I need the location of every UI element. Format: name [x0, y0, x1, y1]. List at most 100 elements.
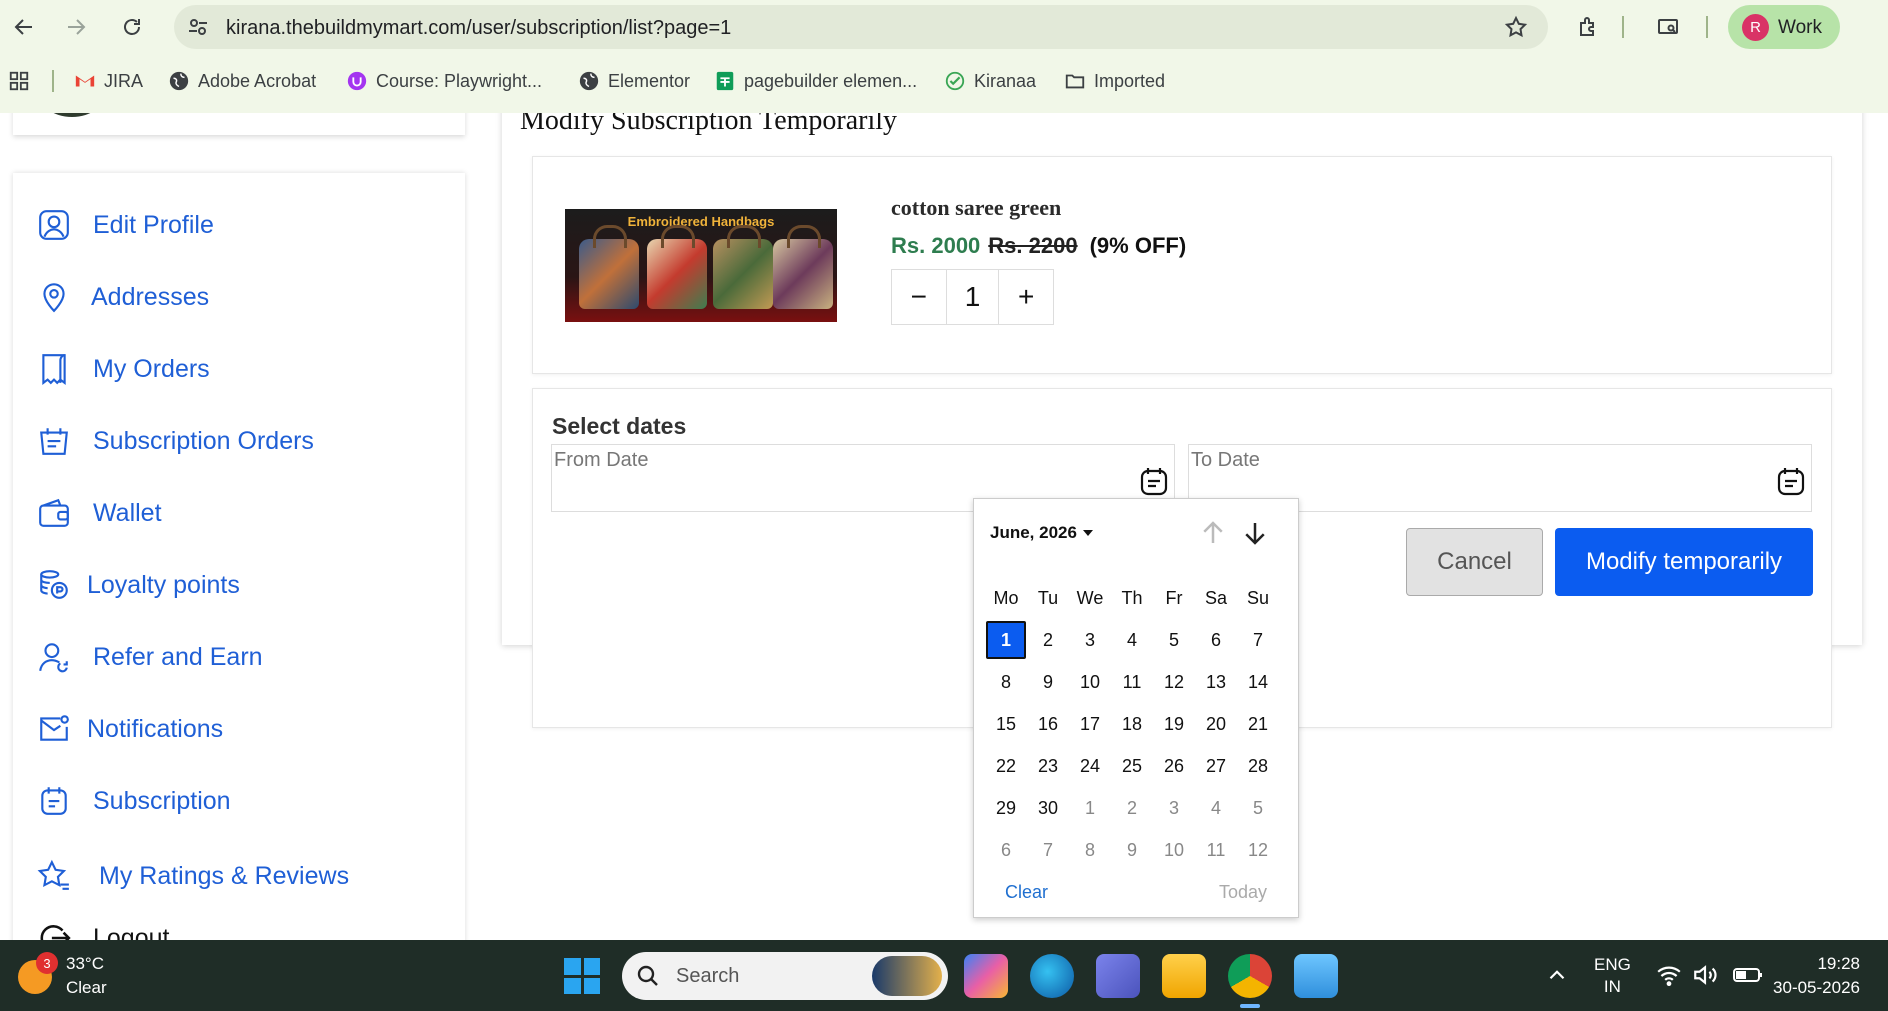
search-highlight-art: [872, 956, 942, 996]
quantity-value[interactable]: 1: [945, 270, 1000, 324]
datepicker-day[interactable]: 6: [985, 831, 1027, 869]
datepicker-day[interactable]: 17: [1069, 705, 1111, 743]
datepicker-day[interactable]: 15: [985, 705, 1027, 743]
sidebar-item-loyalty-points[interactable]: Loyalty points: [37, 568, 240, 602]
sidebar-item-edit-profile[interactable]: Edit Profile: [37, 208, 214, 242]
datepicker-day[interactable]: 4: [1111, 621, 1153, 659]
datepicker-day[interactable]: 7: [1237, 621, 1279, 659]
url-text[interactable]: kirana.thebuildmymart.com/user/subscript…: [226, 17, 731, 40]
datepicker-day[interactable]: 7: [1027, 831, 1069, 869]
datepicker-day[interactable]: 9: [1027, 663, 1069, 701]
bookmark-pagebuilder[interactable]: pagebuilder elemen...: [714, 70, 917, 92]
datepicker-day[interactable]: 8: [985, 663, 1027, 701]
datepicker-day[interactable]: 19: [1153, 705, 1195, 743]
quantity-decrease-button[interactable]: −: [892, 270, 946, 324]
bookmark-jira[interactable]: JIRA: [74, 70, 143, 92]
datepicker-day[interactable]: 30: [1027, 789, 1069, 827]
datepicker-day[interactable]: 5: [1153, 621, 1195, 659]
datepicker-day[interactable]: 5: [1237, 789, 1279, 827]
handbag-graphic: [773, 225, 833, 309]
datepicker-day[interactable]: 2: [1111, 789, 1153, 827]
chrome-app-icon[interactable]: [1228, 954, 1272, 1008]
datepicker-day[interactable]: 20: [1195, 705, 1237, 743]
datepicker-clear-button[interactable]: Clear: [1005, 882, 1048, 903]
forward-icon[interactable]: [60, 11, 92, 43]
datepicker-day[interactable]: 25: [1111, 747, 1153, 785]
profile-button[interactable]: R Work: [1728, 5, 1840, 49]
sidebar-item-wallet[interactable]: Wallet: [37, 496, 162, 530]
datepicker-day[interactable]: 3: [1153, 789, 1195, 827]
datepicker-day[interactable]: 2: [1027, 621, 1069, 659]
datepicker-day[interactable]: 18: [1111, 705, 1153, 743]
bookmark-adobe-acrobat[interactable]: Adobe Acrobat: [168, 70, 316, 92]
site-info-icon[interactable]: [186, 15, 210, 39]
bookmark-imported[interactable]: Imported: [1064, 70, 1165, 92]
calendar-icon[interactable]: [1138, 465, 1170, 497]
sidebar-item-refer-and-earn[interactable]: Refer and Earn: [37, 640, 263, 674]
wifi-icon[interactable]: [1656, 962, 1682, 988]
datepicker-day[interactable]: 6: [1195, 621, 1237, 659]
datepicker-day[interactable]: 27: [1195, 747, 1237, 785]
datepicker-day[interactable]: 21: [1237, 705, 1279, 743]
reload-icon[interactable]: [116, 11, 148, 43]
datepicker-day[interactable]: 12: [1153, 663, 1195, 701]
datepicker-day[interactable]: 14: [1237, 663, 1279, 701]
datepicker-day[interactable]: 10: [1069, 663, 1111, 701]
language-indicator[interactable]: ENG IN: [1594, 954, 1631, 998]
file-explorer-app-icon[interactable]: [1162, 954, 1206, 998]
volume-icon[interactable]: [1692, 962, 1718, 988]
datepicker-day[interactable]: 28: [1237, 747, 1279, 785]
bookmark-elementor[interactable]: Elementor: [578, 70, 690, 92]
sidebar-item-subscription[interactable]: Subscription: [37, 784, 231, 818]
datepicker-today-button[interactable]: Today: [1219, 882, 1267, 903]
datepicker-day[interactable]: 4: [1195, 789, 1237, 827]
datepicker-day[interactable]: 12: [1237, 831, 1279, 869]
datepicker-day[interactable]: 1: [1069, 789, 1111, 827]
datepicker-day[interactable]: 13: [1195, 663, 1237, 701]
datepicker-day[interactable]: 9: [1111, 831, 1153, 869]
back-icon[interactable]: [8, 11, 40, 43]
datepicker-month-select[interactable]: June, 2026: [990, 523, 1093, 543]
system-clock[interactable]: 19:28 30-05-2026: [1773, 952, 1860, 1000]
sidebar-item-logout[interactable]: Logout: [37, 921, 169, 940]
bookmark-star-icon[interactable]: [1504, 15, 1528, 39]
datepicker-day[interactable]: 3: [1069, 621, 1111, 659]
apps-grid-icon[interactable]: [8, 70, 30, 92]
sidebar-item-my-ratings-reviews[interactable]: My Ratings & Reviews: [37, 859, 349, 893]
chevron-up-icon[interactable]: [1544, 962, 1570, 988]
sidebar-item-notifications[interactable]: Notifications: [37, 712, 223, 746]
weather-widget[interactable]: 3 33°C Clear: [18, 952, 148, 1002]
datepicker-day[interactable]: 24: [1069, 747, 1111, 785]
notepad-app-icon[interactable]: [1294, 954, 1338, 998]
datepicker-day[interactable]: 26: [1153, 747, 1195, 785]
sidebar-item-addresses[interactable]: Addresses: [37, 280, 209, 314]
arrow-down-icon[interactable]: [1240, 518, 1270, 548]
datepicker-day[interactable]: 29: [985, 789, 1027, 827]
windows-start-icon[interactable]: [564, 958, 600, 994]
calendar-icon[interactable]: [1775, 465, 1807, 497]
datepicker-day[interactable]: 8: [1069, 831, 1111, 869]
datepicker-day[interactable]: 11: [1111, 663, 1153, 701]
edge-app-icon[interactable]: [1030, 954, 1074, 998]
teams-app-icon[interactable]: [1096, 954, 1140, 998]
sidebar-item-my-orders[interactable]: My Orders: [37, 352, 210, 386]
modify-temporarily-button[interactable]: Modify temporarily: [1555, 528, 1813, 596]
datepicker-day[interactable]: 23: [1027, 747, 1069, 785]
battery-icon[interactable]: [1732, 962, 1764, 988]
taskbar-search[interactable]: Search: [622, 952, 948, 1000]
bookmark-kiranaa[interactable]: Kiranaa: [944, 70, 1036, 92]
arrow-up-icon[interactable]: [1198, 518, 1228, 548]
address-bar[interactable]: kirana.thebuildmymart.com/user/subscript…: [174, 5, 1548, 49]
bookmark-course-playwright[interactable]: Course: Playwright...: [346, 70, 542, 92]
datepicker-day[interactable]: 22: [985, 747, 1027, 785]
tab-search-icon[interactable]: [1652, 11, 1684, 43]
extensions-icon[interactable]: [1572, 11, 1604, 43]
datepicker-day[interactable]: 16: [1027, 705, 1069, 743]
datepicker-day[interactable]: 11: [1195, 831, 1237, 869]
sidebar-item-subscription-orders[interactable]: Subscription Orders: [37, 424, 314, 458]
quantity-increase-button[interactable]: +: [999, 270, 1053, 324]
datepicker-day-selected[interactable]: 1: [986, 621, 1026, 659]
cancel-button[interactable]: Cancel: [1406, 528, 1543, 596]
datepicker-day[interactable]: 10: [1153, 831, 1195, 869]
copilot-app-icon[interactable]: [964, 954, 1008, 998]
